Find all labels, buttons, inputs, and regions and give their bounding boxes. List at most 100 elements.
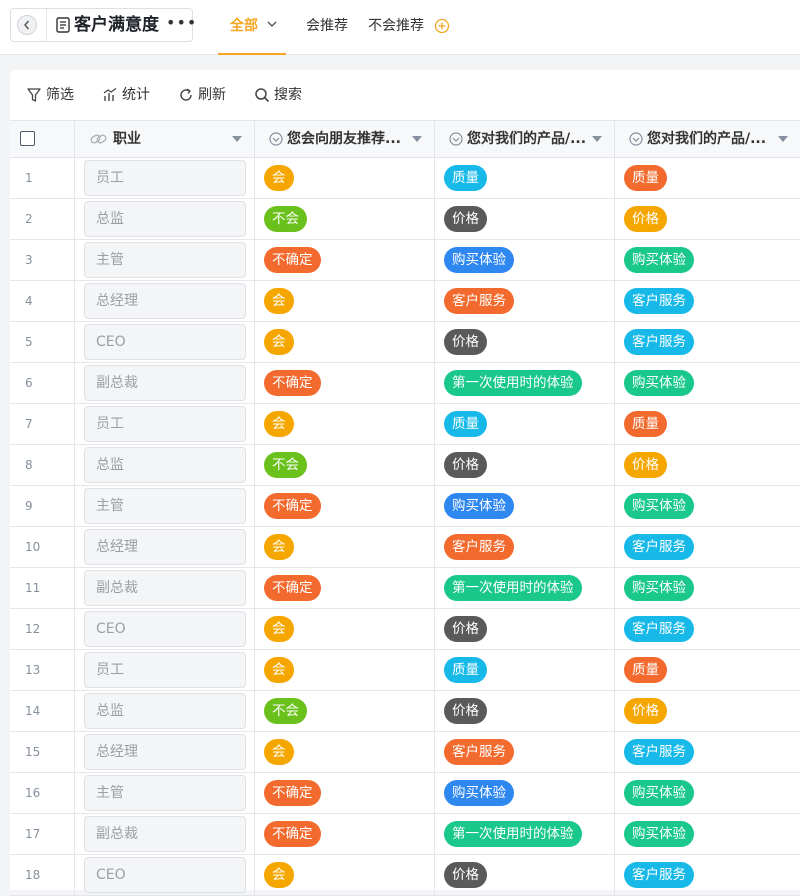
job-link-field[interactable]: 主管 <box>84 242 246 278</box>
product-opinion-2-tag[interactable]: 客户服务 <box>624 288 694 314</box>
recommend-cell[interactable]: 不确定 <box>255 486 435 526</box>
recommend-cell[interactable]: 会 <box>255 322 435 362</box>
product-opinion-1-cell[interactable]: 质量 <box>435 158 615 198</box>
job-link-field[interactable]: 总经理 <box>84 529 246 565</box>
product-opinion-2-tag[interactable]: 价格 <box>624 698 667 724</box>
product-opinion-1-tag[interactable]: 质量 <box>444 657 487 683</box>
job-link-field[interactable]: 总经理 <box>84 283 246 319</box>
job-cell[interactable]: CEO <box>75 322 255 362</box>
product-opinion-2-cell[interactable]: 客户服务 <box>615 855 800 895</box>
product-opinion-1-tag[interactable]: 价格 <box>444 206 487 232</box>
job-cell[interactable]: 副总裁 <box>75 363 255 403</box>
recommend-cell[interactable]: 不确定 <box>255 773 435 813</box>
product-opinion-2-cell[interactable]: 购买体验 <box>615 814 800 854</box>
recommend-tag[interactable]: 会 <box>264 534 294 560</box>
product-opinion-2-tag[interactable]: 质量 <box>624 165 667 191</box>
product-opinion-2-cell[interactable]: 购买体验 <box>615 568 800 608</box>
recommend-tag[interactable]: 不确定 <box>264 780 321 806</box>
product-opinion-2-tag[interactable]: 客户服务 <box>624 329 694 355</box>
recommend-cell[interactable]: 不确定 <box>255 814 435 854</box>
product-opinion-2-tag[interactable]: 购买体验 <box>624 575 694 601</box>
tab-all[interactable]: 全部 <box>218 0 286 55</box>
product-opinion-2-cell[interactable]: 质量 <box>615 650 800 690</box>
job-link-field[interactable]: 副总裁 <box>84 570 246 606</box>
product-opinion-1-cell[interactable]: 客户服务 <box>435 527 615 567</box>
recommend-cell[interactable]: 会 <box>255 650 435 690</box>
product-opinion-1-cell[interactable]: 购买体验 <box>435 486 615 526</box>
job-link-field[interactable]: CEO <box>84 324 246 360</box>
recommend-tag[interactable]: 不确定 <box>264 821 321 847</box>
recommend-cell[interactable]: 不会 <box>255 691 435 731</box>
column-menu-caret-icon[interactable] <box>592 136 602 142</box>
table-row[interactable]: 9 主管 不确定 购买体验 购买体验 <box>10 486 800 527</box>
product-opinion-1-cell[interactable]: 价格 <box>435 609 615 649</box>
more-options-button[interactable]: ••• <box>166 12 197 34</box>
table-row[interactable]: 6 副总裁 不确定 第一次使用时的体验 购买体验 <box>10 363 800 404</box>
recommend-cell[interactable]: 会 <box>255 855 435 895</box>
recommend-tag[interactable]: 会 <box>264 739 294 765</box>
product-opinion-1-tag[interactable]: 第一次使用时的体验 <box>444 821 582 847</box>
recommend-cell[interactable]: 会 <box>255 158 435 198</box>
job-cell[interactable]: 总监 <box>75 199 255 239</box>
product-opinion-1-cell[interactable]: 价格 <box>435 445 615 485</box>
recommend-tag[interactable]: 不会 <box>264 206 307 232</box>
product-opinion-2-tag[interactable]: 客户服务 <box>624 739 694 765</box>
product-opinion-2-tag[interactable]: 价格 <box>624 206 667 232</box>
table-row[interactable]: 15 总经理 会 客户服务 客户服务 <box>10 732 800 773</box>
product-opinion-2-tag[interactable]: 购买体验 <box>624 493 694 519</box>
product-opinion-1-tag[interactable]: 第一次使用时的体验 <box>444 575 582 601</box>
job-cell[interactable]: 总经理 <box>75 732 255 772</box>
table-row[interactable]: 5 CEO 会 价格 客户服务 <box>10 322 800 363</box>
product-opinion-2-tag[interactable]: 购买体验 <box>624 247 694 273</box>
table-row[interactable]: 12 CEO 会 价格 客户服务 <box>10 609 800 650</box>
job-link-field[interactable]: 主管 <box>84 775 246 811</box>
column-menu-caret-icon[interactable] <box>232 136 242 142</box>
job-cell[interactable]: 主管 <box>75 240 255 280</box>
job-cell[interactable]: 员工 <box>75 650 255 690</box>
job-cell[interactable]: 副总裁 <box>75 568 255 608</box>
recommend-cell[interactable]: 会 <box>255 609 435 649</box>
job-cell[interactable]: 员工 <box>75 158 255 198</box>
recommend-tag[interactable]: 不确定 <box>264 575 321 601</box>
table-row[interactable]: 7 员工 会 质量 质量 <box>10 404 800 445</box>
product-opinion-2-cell[interactable]: 购买体验 <box>615 363 800 403</box>
recommend-tag[interactable]: 不确定 <box>264 370 321 396</box>
column-header-job[interactable]: 职业 <box>75 121 255 157</box>
job-cell[interactable]: 副总裁 <box>75 814 255 854</box>
recommend-cell[interactable]: 不会 <box>255 445 435 485</box>
product-opinion-1-cell[interactable]: 价格 <box>435 855 615 895</box>
product-opinion-2-cell[interactable]: 质量 <box>615 404 800 444</box>
recommend-cell[interactable]: 会 <box>255 404 435 444</box>
recommend-tag[interactable]: 不会 <box>264 698 307 724</box>
product-opinion-2-cell[interactable]: 质量 <box>615 158 800 198</box>
product-opinion-1-tag[interactable]: 价格 <box>444 329 487 355</box>
column-header-product-1[interactable]: 您对我们的产品/... <box>435 121 615 157</box>
product-opinion-1-cell[interactable]: 价格 <box>435 199 615 239</box>
job-link-field[interactable]: 员工 <box>84 652 246 688</box>
table-row[interactable]: 13 员工 会 质量 质量 <box>10 650 800 691</box>
job-link-field[interactable]: 总监 <box>84 693 246 729</box>
job-link-field[interactable]: CEO <box>84 611 246 647</box>
table-row[interactable]: 3 主管 不确定 购买体验 购买体验 <box>10 240 800 281</box>
product-opinion-2-tag[interactable]: 客户服务 <box>624 534 694 560</box>
product-opinion-2-cell[interactable]: 价格 <box>615 691 800 731</box>
product-opinion-2-cell[interactable]: 购买体验 <box>615 486 800 526</box>
product-opinion-2-cell[interactable]: 客户服务 <box>615 281 800 321</box>
product-opinion-2-tag[interactable]: 质量 <box>624 657 667 683</box>
product-opinion-1-cell[interactable]: 价格 <box>435 322 615 362</box>
product-opinion-1-cell[interactable]: 价格 <box>435 691 615 731</box>
job-link-field[interactable]: 员工 <box>84 160 246 196</box>
recommend-cell[interactable]: 不确定 <box>255 568 435 608</box>
product-opinion-2-cell[interactable]: 客户服务 <box>615 527 800 567</box>
product-opinion-2-tag[interactable]: 客户服务 <box>624 862 694 888</box>
table-row[interactable]: 17 副总裁 不确定 第一次使用时的体验 购买体验 <box>10 814 800 855</box>
job-cell[interactable]: CEO <box>75 855 255 895</box>
tab-wont-recommend[interactable]: 不会推荐 <box>368 0 424 54</box>
product-opinion-2-tag[interactable]: 质量 <box>624 411 667 437</box>
job-cell[interactable]: 主管 <box>75 773 255 813</box>
product-opinion-2-cell[interactable]: 客户服务 <box>615 732 800 772</box>
job-link-field[interactable]: 总监 <box>84 447 246 483</box>
job-cell[interactable]: 员工 <box>75 404 255 444</box>
product-opinion-1-tag[interactable]: 客户服务 <box>444 288 514 314</box>
product-opinion-1-tag[interactable]: 价格 <box>444 862 487 888</box>
